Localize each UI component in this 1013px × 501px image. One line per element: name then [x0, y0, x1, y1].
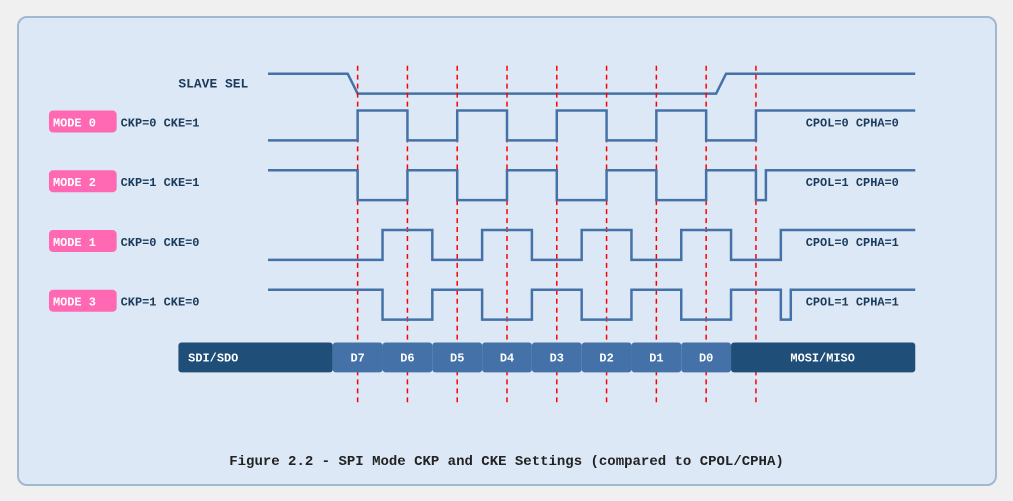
d5-label: D5 [450, 351, 464, 365]
mode1-label: MODE 1 [52, 235, 95, 249]
diagram-area: SLAVE SEL MODE 0 CKP=0 CKE=1 CPOL=0 CPHA… [39, 36, 975, 470]
mode2-cpol: CPOL=1 CPHA=0 [805, 176, 898, 190]
d6-label: D6 [400, 351, 414, 365]
outer-container: SLAVE SEL MODE 0 CKP=0 CKE=1 CPOL=0 CPHA… [17, 16, 997, 486]
sdi-sdo-label: SDI/SDO [188, 351, 238, 365]
d2-label: D2 [599, 351, 613, 365]
mode0-params: CKP=0 CKE=1 [120, 116, 199, 130]
mode1-params: CKP=0 CKE=0 [120, 235, 199, 249]
d1-label: D1 [649, 351, 663, 365]
mode2-label: MODE 2 [52, 176, 95, 190]
mode2-params: CKP=1 CKE=1 [120, 176, 199, 190]
d3-label: D3 [549, 351, 563, 365]
slave-sel-label: SLAVE SEL [178, 76, 248, 91]
mode1-cpol: CPOL=0 CPHA=1 [805, 235, 898, 249]
d7-label: D7 [350, 351, 364, 365]
mode0-label: MODE 0 [52, 116, 95, 130]
d0-label: D0 [698, 351, 712, 365]
mode3-cpol: CPOL=1 CPHA=1 [805, 295, 898, 309]
mode3-params: CKP=1 CKE=0 [120, 295, 199, 309]
d4-label: D4 [499, 351, 513, 365]
mode0-cpol: CPOL=0 CPHA=0 [805, 116, 898, 130]
mosi-miso-label: MOSI/MISO [790, 351, 854, 365]
timing-diagram: SLAVE SEL MODE 0 CKP=0 CKE=1 CPOL=0 CPHA… [39, 36, 975, 444]
figure-caption: Figure 2.2 - SPI Mode CKP and CKE Settin… [39, 454, 975, 470]
mode3-label: MODE 3 [52, 295, 95, 309]
